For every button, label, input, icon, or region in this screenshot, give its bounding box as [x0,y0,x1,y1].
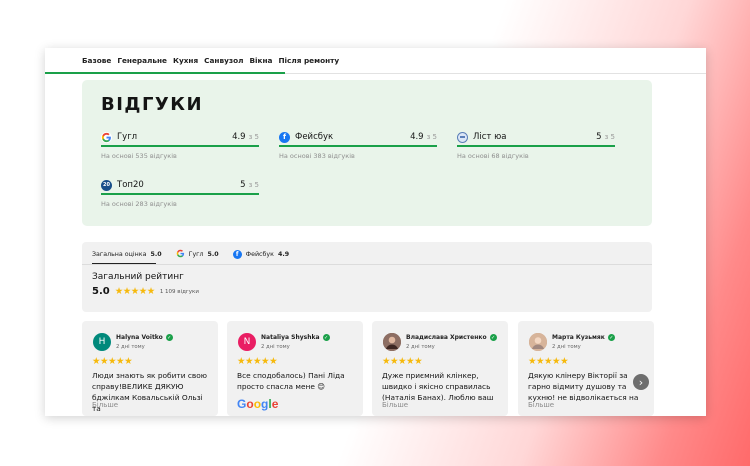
reviewer-name: Halyna Voitko ✓ [116,334,173,341]
source-score: 4.9 [410,132,424,142]
read-more-link[interactable]: Більше [92,401,118,409]
review-stars: ★★★★★ [382,356,423,367]
overall-rating-title: Загальний рейтинг [92,272,184,282]
reviewer-name: Nataliya Shyshka ✓ [261,334,330,341]
tab-value: 5.0 [150,250,162,258]
google-icon [101,131,112,143]
nav-active-underline [45,72,285,74]
verified-check-icon: ✓ [489,334,497,341]
read-more-link[interactable]: Більше [528,401,554,409]
review-card[interactable]: H Halyna Voitko ✓ 2 дні тому ★★★★★ Люди … [82,321,218,416]
overall-review-count: 1 109 відгуки [159,288,199,295]
carousel-next-button[interactable]: › [633,374,649,390]
overall-rating-stars: ★★★★★ [114,286,156,297]
source-name: Топ20 [117,180,144,190]
review-card[interactable]: Марта Кузьмяк ✓ 2 дні тому ★★★★★ Дякую к… [518,321,654,416]
reviewer-name-text: Марта Кузьмяк [552,334,605,341]
tab-facebook[interactable]: f Фейсбук 4.9 [232,247,290,261]
source-name: Гугл [117,132,138,142]
reviews-title: ВІДГУКИ [101,94,204,115]
avatar [383,333,401,351]
avatar: H [93,333,111,351]
source-scale: з 5 [248,133,259,141]
tab-label: Гугл [188,250,204,258]
reviewer-name: Марта Кузьмяк ✓ [552,334,615,341]
nav-item-kitchen[interactable]: Кухня [173,56,198,65]
review-text: Дякую клінеру Вікторії за гарно відмиту … [528,371,639,402]
verified-check-icon: ✓ [165,334,173,341]
review-stars: ★★★★★ [92,356,133,367]
reviewer-name-text: Владислава Христенко [406,334,487,341]
google-icon [176,249,185,260]
reviews-summary-panel: ВІДГУКИ Гугл 4.9 з 5 На основі 535 відгу… [82,80,652,226]
source-google[interactable]: Гугл 4.9 з 5 На основі 535 відгуків [101,131,259,160]
nav-divider [285,73,706,74]
facebook-icon: f [279,131,290,143]
source-score: 5 [240,180,246,190]
verified-check-icon: ✓ [322,334,330,341]
source-scale: з 5 [248,181,259,189]
review-date: 2 дні тому [552,344,581,350]
nav-item-windows[interactable]: Вікна [249,56,272,65]
reviewer-name-text: Halyna Voitko [116,334,163,341]
tabs-divider [82,264,652,265]
nav-item-general[interactable]: Генеральне [117,56,167,65]
tab-google[interactable]: Гугл 5.0 [176,247,219,261]
source-list-ua[interactable]: Ліст юа 5 з 5 На основі 68 відгуків [457,131,615,160]
source-score: 4.9 [232,132,246,142]
source-top20[interactable]: 20 Топ20 5 з 5 На основі 283 відгуків [101,179,259,208]
nav-item-basic[interactable]: Базове [82,56,111,65]
review-text: Дуже приємний клінкер, швидко і якісно с… [382,371,494,402]
source-based-on: На основі 68 відгуків [457,152,529,160]
review-card[interactable]: N Nataliya Shyshka ✓ 2 дні тому ★★★★★ Вс… [227,321,363,416]
source-based-on: На основі 383 відгуків [279,152,355,160]
source-name: Фейсбук [295,132,334,142]
tab-label: Загальна оцінка [92,250,147,258]
review-date: 2 дні тому [261,344,290,350]
review-card[interactable]: Владислава Христенко ✓ 2 дні тому ★★★★★ … [372,321,508,416]
review-stars: ★★★★★ [528,356,569,367]
tab-label: Фейсбук [245,250,274,258]
review-text: Все сподобалось) Пані Ліда просто спасла… [237,371,345,391]
overall-rating-row: 5.0 ★★★★★ 1 109 відгуки [92,286,199,297]
browser-window: Базове Генеральне Кухня Санвузол Вікна П… [45,48,706,416]
nav-item-after-repair[interactable]: Після ремонту [278,56,339,65]
overall-rating-panel: Загальна оцінка 5.0 Гугл 5.0 f Фейсбук 4… [82,242,652,312]
review-stars: ★★★★★ [237,356,278,367]
tab-value: 5.0 [207,250,219,258]
facebook-icon: f [232,249,242,259]
avatar [529,333,547,351]
verified-check-icon: ✓ [607,334,615,341]
list-ua-icon [457,131,468,143]
overall-rating-value: 5.0 [92,286,110,297]
review-date: 2 дні тому [406,344,435,350]
reviewer-name: Владислава Христенко ✓ [406,334,497,341]
source-facebook[interactable]: f Фейсбук 4.9 з 5 На основі 383 відгуків [279,131,437,160]
source-name: Ліст юа [473,132,507,142]
reviewer-name-text: Nataliya Shyshka [261,334,320,341]
source-scale: з 5 [604,133,615,141]
source-based-on: На основі 283 відгуків [101,200,177,208]
top-nav: Базове Генеральне Кухня Санвузол Вікна П… [82,56,339,65]
source-score: 5 [596,132,602,142]
source-scale: з 5 [426,133,437,141]
read-more-link[interactable]: Більше [382,401,408,409]
nav-item-bathroom[interactable]: Санвузол [204,56,243,65]
chevron-right-icon: › [638,375,644,389]
rating-tabs: Загальна оцінка 5.0 Гугл 5.0 f Фейсбук 4… [92,247,289,261]
source-based-on: На основі 535 відгуків [101,152,177,160]
review-date: 2 дні тому [116,344,145,350]
avatar: N [238,333,256,351]
tab-overall[interactable]: Загальна оцінка 5.0 [92,247,162,261]
top20-icon: 20 [101,179,112,191]
tab-value: 4.9 [277,250,290,258]
google-logo: Google [237,397,279,411]
